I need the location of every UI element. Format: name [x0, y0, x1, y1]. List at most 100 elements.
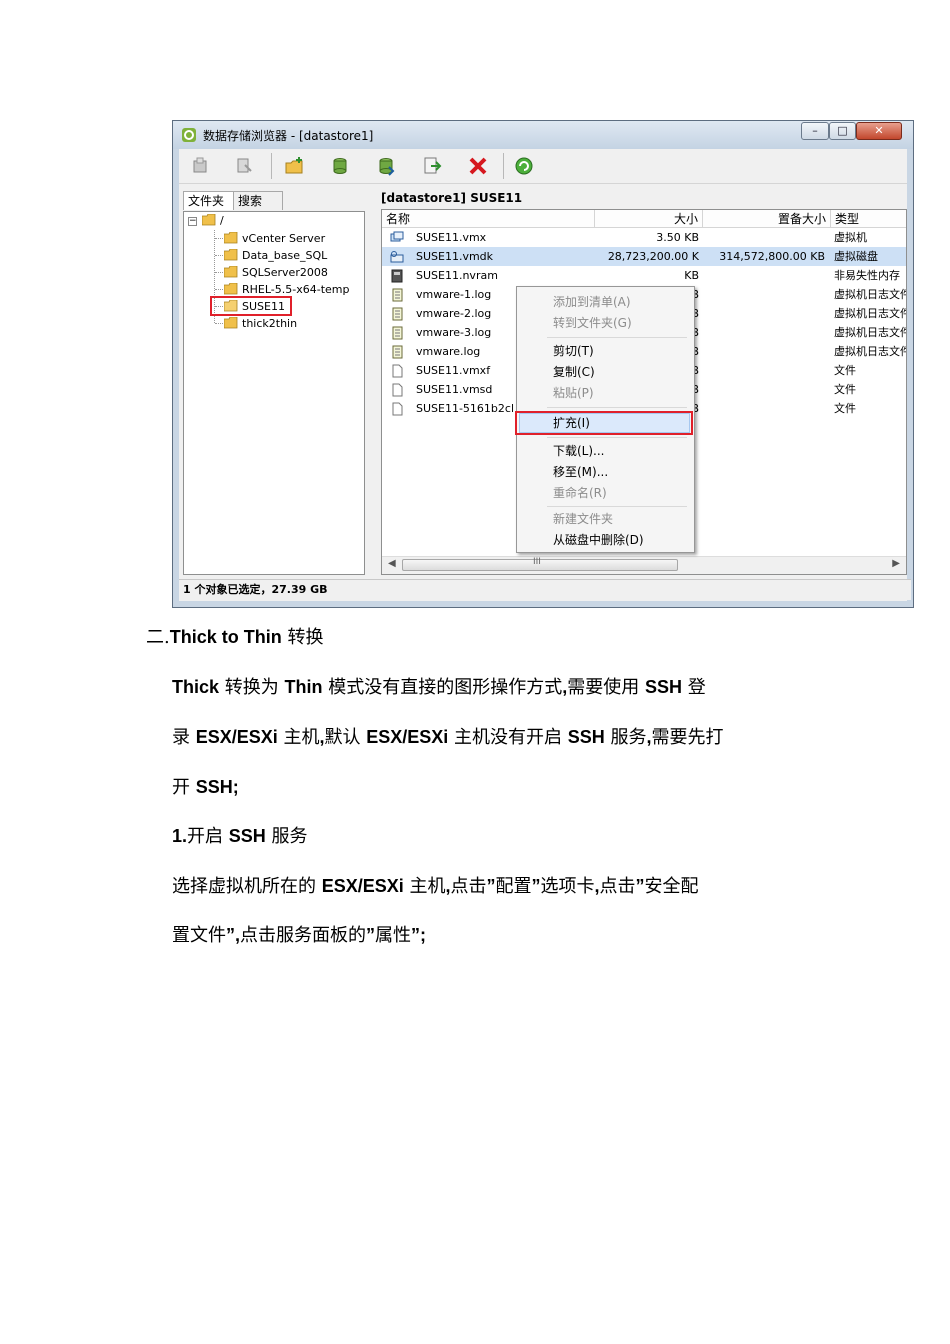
tab-search[interactable]: 搜索: [233, 191, 283, 210]
new-folder-icon[interactable]: [283, 155, 305, 177]
minimize-button[interactable]: –: [801, 122, 829, 140]
folder-icon: [224, 232, 238, 244]
horizontal-scrollbar[interactable]: ◀ III ▶: [382, 556, 906, 574]
text-run: 配置: [495, 876, 532, 897]
bold-text-run: ESX/ESXi: [366, 727, 449, 747]
menu-new-folder[interactable]: 新建文件夹: [553, 509, 613, 529]
file-name: vmware.log: [416, 345, 481, 358]
folder-icon: [202, 214, 216, 226]
tree-item-label: thick2thin: [242, 317, 298, 330]
tree-root-label: /: [220, 214, 224, 227]
file-name: SUSE11.vmdk: [416, 250, 494, 263]
bold-text-run: SSH;: [195, 777, 239, 797]
paragraph-1-line-1: Thick 转换为 Thin 模式没有直接的图形操作方式,需要使用 SSH 登: [172, 673, 706, 699]
tree-item-sqlserver2008[interactable]: SQLServer2008: [224, 264, 328, 281]
toolbar: [179, 149, 907, 184]
bold-text-run: ”,: [226, 925, 241, 945]
bold-text-run: ESX/ESXi: [195, 727, 278, 747]
menu-go-to-folder[interactable]: 转到文件夹(G): [553, 313, 632, 333]
folder-icon: [224, 266, 238, 278]
datastore-browser-window: 数据存储浏览器 - [datastore1] – □ ✕ 文件夹 搜索 − / …: [172, 120, 914, 608]
vm-icon: [390, 231, 404, 245]
upload-folder-icon[interactable]: [189, 155, 211, 177]
upload-file-icon[interactable]: [329, 155, 351, 177]
file-name: vmware-3.log: [416, 326, 492, 339]
text-run: 置文件: [172, 925, 226, 946]
menu-rename[interactable]: 重命名(R): [553, 483, 607, 503]
bold-text-run: Thin: [284, 677, 323, 697]
scroll-left-icon[interactable]: ◀: [388, 558, 396, 569]
bold-text-run: SSH: [228, 826, 266, 846]
text-run: 登: [681, 677, 706, 698]
bold-text-run: ”: [486, 876, 496, 896]
column-provisioned-header[interactable]: 置备大小: [703, 210, 831, 228]
menu-add-to-inventory[interactable]: 添加到清单(A): [553, 292, 631, 312]
file-type: 虚拟机: [834, 231, 867, 244]
scroll-thumb[interactable]: III: [402, 557, 678, 571]
inflate-highlight-box: [515, 411, 693, 435]
tab-folders[interactable]: 文件夹: [183, 191, 237, 210]
file-type: 虚拟机日志文件: [834, 326, 907, 339]
menu-paste[interactable]: 粘贴(P): [553, 383, 594, 403]
tree-item-thick2thin[interactable]: thick2thin: [224, 315, 297, 332]
file-provisioned-size: 314,572,800.00 KB: [719, 250, 825, 263]
current-path: [datastore1] SUSE11: [381, 191, 523, 205]
text-run: 选项卡: [540, 876, 595, 897]
menu-download[interactable]: 下载(L)...: [553, 441, 605, 461]
context-menu: 添加到清单(A) 转到文件夹(G) 剪切(T) 复制(C) 粘贴(P) 扩充(I…: [515, 286, 695, 553]
file-type: 文件: [834, 402, 856, 415]
bold-text-run: 1.: [172, 826, 188, 846]
tree-item-vcenter-server[interactable]: vCenter Server: [224, 230, 325, 247]
heading-suffix: 转换: [281, 627, 324, 648]
menu-delete-from-disk[interactable]: 从磁盘中删除(D): [553, 530, 644, 550]
maximize-button[interactable]: □: [829, 122, 856, 140]
file-row[interactable]: SUSE11.vmdk 28,723,200.00 K 314,572,800.00…: [382, 247, 906, 266]
refresh-icon[interactable]: [513, 155, 535, 177]
log-icon: [390, 307, 404, 321]
text-run: 服务: [265, 826, 308, 847]
bold-text-run: ”: [635, 876, 645, 896]
bold-text-run: ESX/ESXi: [321, 876, 404, 896]
text-run: 主机: [277, 727, 320, 748]
column-type-header[interactable]: 类型: [831, 210, 906, 228]
bold-text-run: ”;: [411, 925, 427, 945]
bold-text-run: SSH: [567, 727, 605, 747]
menu-separator: [547, 437, 687, 438]
menu-cut[interactable]: 剪切(T): [553, 341, 594, 361]
file-size: 28,723,200.00 K: [607, 250, 699, 263]
move-icon[interactable]: [421, 155, 443, 177]
file-row[interactable]: SUSE11.nvram KB 非易失性内存: [382, 266, 906, 285]
text-run: 开: [172, 777, 196, 798]
title-bar: 数据存储浏览器 - [datastore1] – □ ✕: [173, 121, 913, 149]
tree-item-label: SQLServer2008: [242, 266, 328, 279]
file-type: 虚拟磁盘: [834, 250, 878, 263]
text-run: 点击: [450, 876, 487, 897]
text-run: 点击服务面板的: [240, 925, 367, 946]
heading-bold: Thick to Thin: [169, 627, 282, 647]
log-icon: [390, 326, 404, 340]
scroll-right-icon[interactable]: ▶: [892, 558, 900, 569]
tree-item-data-base-sql[interactable]: Data_base_SQL: [224, 247, 327, 264]
file-icon: [390, 383, 404, 397]
toolbar-separator: [271, 153, 272, 179]
download-icon[interactable]: [233, 155, 255, 177]
delete-icon[interactable]: [467, 155, 489, 177]
file-icon: [390, 364, 404, 378]
close-button[interactable]: ✕: [856, 122, 902, 140]
menu-copy[interactable]: 复制(C): [553, 362, 595, 382]
column-size-header[interactable]: 大小: [595, 210, 703, 228]
tree-item-label: RHEL-5.5-x64-temp: [242, 283, 350, 296]
file-icon: [390, 402, 404, 416]
download-file-icon[interactable]: [375, 155, 397, 177]
disk-icon: [390, 250, 404, 264]
file-name: SUSE11.vmsd: [416, 383, 493, 396]
window-title: 数据存储浏览器 - [datastore1]: [203, 129, 374, 143]
file-row[interactable]: SUSE11.vmx 3.50 KB 虚拟机: [382, 228, 906, 247]
close-icon: ✕: [874, 124, 884, 137]
menu-move-to[interactable]: 移至(M)...: [553, 462, 608, 482]
collapse-icon[interactable]: −: [188, 217, 197, 226]
file-size: KB: [684, 269, 699, 282]
text-run: 开启: [187, 826, 229, 847]
status-bar: 1 个对象已选定，27.39 GB: [179, 579, 911, 600]
column-name-header[interactable]: 名称: [382, 210, 595, 228]
